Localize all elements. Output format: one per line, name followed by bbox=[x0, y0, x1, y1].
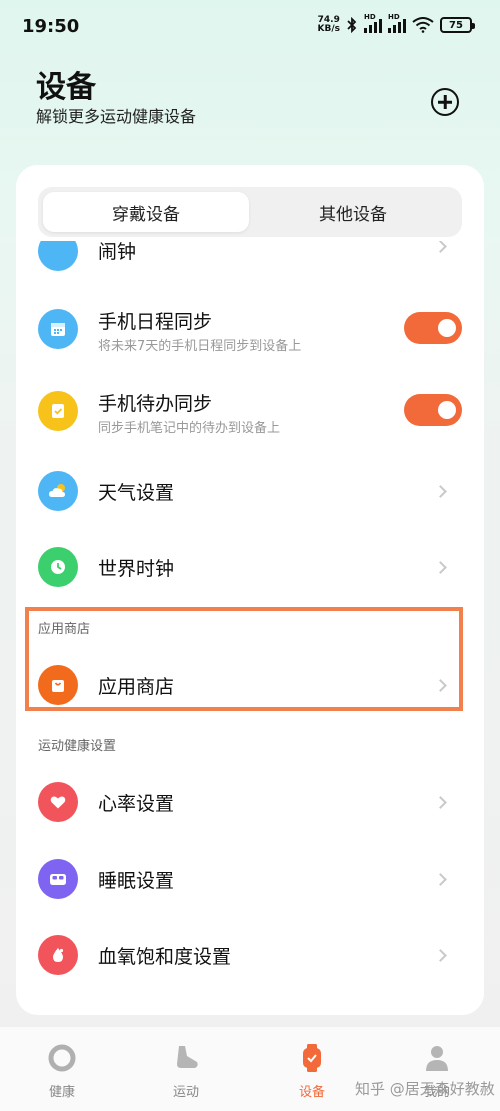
chevron-right-icon bbox=[434, 949, 447, 962]
list-item-blood-oxygen[interactable]: 血氧饱和度设置 bbox=[16, 925, 484, 985]
chevron-right-icon bbox=[434, 240, 447, 253]
add-device-button[interactable] bbox=[431, 88, 459, 116]
tab-wearable-devices[interactable]: 穿戴设备 bbox=[43, 192, 249, 232]
list-item-todo-sync[interactable]: 手机待办同步 同步手机笔记中的待办到设备上 bbox=[16, 375, 484, 445]
chevron-right-icon bbox=[434, 873, 447, 886]
list-item-world-clock[interactable]: 世界时钟 bbox=[16, 537, 484, 597]
status-bar: 19:50 74.9 KB/s HD HD 75 bbox=[0, 0, 500, 56]
section-header-health: 运动健康设置 bbox=[38, 739, 117, 754]
status-time: 19:50 bbox=[22, 16, 80, 37]
heart-icon bbox=[38, 782, 78, 822]
nav-item-device[interactable]: 设备 bbox=[272, 1043, 352, 1100]
shoe-icon bbox=[171, 1043, 201, 1073]
signal-icon-1: HD bbox=[364, 13, 382, 33]
todo-icon bbox=[38, 391, 78, 431]
watch-icon bbox=[297, 1043, 327, 1073]
page-subtitle: 解锁更多运动健康设备 bbox=[36, 107, 197, 126]
calendar-icon bbox=[38, 309, 78, 349]
weather-icon bbox=[38, 471, 78, 511]
net-speed: 74.9 KB/s bbox=[317, 15, 340, 34]
item-label: 手机日程同步 bbox=[98, 311, 213, 333]
list-item-calendar-sync[interactable]: 手机日程同步 将未来7天的手机日程同步到设备上 bbox=[16, 293, 484, 363]
nav-item-health[interactable]: 健康 bbox=[22, 1043, 102, 1100]
list-item-heart-rate[interactable]: 心率设置 bbox=[16, 772, 484, 832]
item-description: 将未来7天的手机日程同步到设备上 bbox=[98, 339, 302, 354]
signal-icon-2: HD bbox=[388, 13, 406, 33]
nav-item-sport[interactable]: 运动 bbox=[146, 1043, 226, 1100]
person-icon bbox=[422, 1043, 452, 1073]
battery-indicator: 75 bbox=[440, 17, 475, 33]
chevron-right-icon bbox=[434, 485, 447, 498]
item-label: 天气设置 bbox=[98, 482, 175, 504]
droplet-icon bbox=[38, 935, 78, 975]
status-icons: 74.9 KB/s HD HD 75 bbox=[317, 13, 475, 34]
chevron-right-icon bbox=[434, 796, 447, 809]
bed-icon bbox=[38, 859, 78, 899]
settings-card: 闹钟 穿戴设备 其他设备 手机日程同步 将未来7天的手机日程同步到设备上 手机待… bbox=[16, 165, 484, 1015]
item-label: 世界时钟 bbox=[98, 558, 175, 580]
bluetooth-icon bbox=[347, 17, 357, 33]
calendar-sync-toggle[interactable] bbox=[404, 312, 462, 344]
tab-other-devices[interactable]: 其他设备 bbox=[250, 192, 456, 232]
item-label: 心率设置 bbox=[98, 793, 175, 815]
chevron-right-icon bbox=[434, 561, 447, 574]
clock-icon bbox=[38, 547, 78, 587]
wifi-icon bbox=[412, 17, 434, 33]
item-label: 手机待办同步 bbox=[98, 393, 213, 415]
list-item-sleep[interactable]: 睡眠设置 bbox=[16, 849, 484, 909]
watermark: 知乎 @居无森好教赦 bbox=[355, 1080, 495, 1098]
highlight-annotation bbox=[25, 607, 463, 711]
todo-sync-toggle[interactable] bbox=[404, 394, 462, 426]
item-label: 睡眠设置 bbox=[98, 870, 175, 892]
page-title: 设备 bbox=[36, 70, 96, 105]
list-item-weather[interactable]: 天气设置 bbox=[16, 461, 484, 521]
item-label: 血氧饱和度设置 bbox=[98, 946, 232, 968]
health-ring-icon bbox=[47, 1043, 77, 1073]
item-description: 同步手机笔记中的待办到设备上 bbox=[98, 421, 281, 436]
device-type-segment: 穿戴设备 其他设备 bbox=[38, 187, 462, 237]
